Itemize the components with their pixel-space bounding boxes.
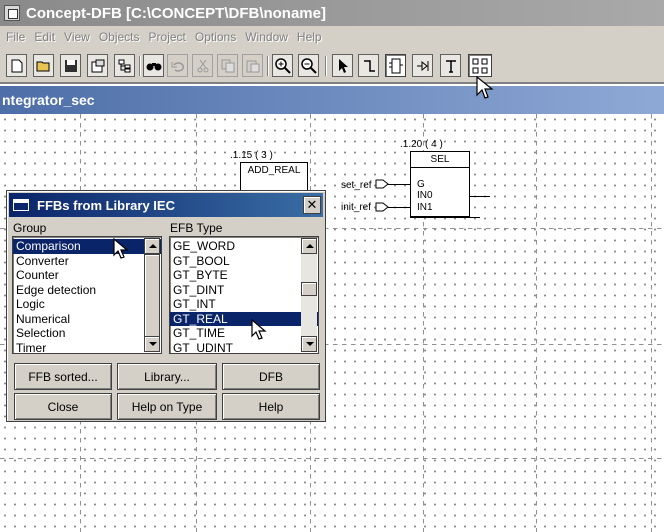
sel-block-name: SEL [430,154,450,165]
scroll-thumb[interactable] [144,254,160,338]
group-item-comparison[interactable]: Comparison [13,239,161,254]
group-scrollbar[interactable] [144,238,160,352]
type-item-gt-byte[interactable]: GT_BYTE [170,268,318,283]
group-item-numerical[interactable]: Numerical [13,312,161,327]
dialog-title-bar[interactable]: FFBs from Library IEC ✕ [9,193,323,217]
init-ref-pin-icon [375,202,389,212]
menu-file[interactable]: File [6,30,25,44]
sel-pin-in1: IN1 [417,202,433,213]
group-item-selection[interactable]: Selection [13,326,161,341]
group-item-converter[interactable]: Converter [13,254,161,269]
group-item-logic[interactable]: Logic [13,297,161,312]
close-button[interactable]: Close [14,393,112,420]
scroll-down-icon[interactable] [144,336,160,352]
zoom-in-icon[interactable] [272,54,293,77]
efb-type-scrollbar[interactable] [301,238,317,352]
mouse-cursor [251,319,267,340]
type-item-ge-word[interactable]: GE_WORD [170,239,318,254]
sel-pin-g: G [417,179,425,190]
sel-pin-in0: IN0 [417,190,433,201]
new-icon[interactable] [6,54,27,77]
toolbar [0,48,664,84]
menu-edit[interactable]: Edit [34,30,55,44]
window-title: Concept-DFB [C:\CONCEPT\DFB\noname] [26,4,326,22]
scroll-thumb[interactable] [301,282,317,296]
pin-icon[interactable] [412,54,433,77]
properties-icon[interactable] [87,54,108,77]
type-item-gt-udint[interactable]: GT_UDINT [170,341,318,354]
link-icon[interactable] [358,54,379,77]
scroll-up-icon[interactable] [301,238,317,254]
sel-block[interactable]: SEL G IN0 IN1 [410,151,470,217]
group-label: Group [13,221,47,235]
menu-window[interactable]: Window [245,30,288,44]
menu-help[interactable]: Help [297,30,322,44]
set-ref-input[interactable]: set_ref [341,180,372,191]
menu-objects[interactable]: Objects [99,30,140,44]
mouse-cursor [476,76,494,99]
group-item-edge-detection[interactable]: Edge detection [13,283,161,298]
open-icon[interactable] [33,54,54,77]
type-item-gt-time[interactable]: GT_TIME [170,326,318,341]
document-title: ntegrator_sec [2,92,95,108]
window-icon [13,199,29,211]
type-item-gt-dint[interactable]: GT_DINT [170,283,318,298]
group-item-timer[interactable]: Timer [13,341,161,354]
sel-block-label: .1.20 ( 4 ) [400,139,443,150]
efb-type-listbox[interactable]: GE_WORD GT_BOOL GT_BYTE GT_DINT GT_INT G… [169,236,319,354]
select-icon[interactable] [332,54,353,77]
zoom-out-icon[interactable] [298,54,319,77]
mouse-cursor [113,238,129,259]
menu-project[interactable]: Project [149,30,186,44]
add-real-block-name: ADD_REAL [247,165,301,176]
add-real-block-label: .1.15 ( 3 ) [230,150,273,161]
set-ref-pin-icon [375,179,389,189]
text-icon[interactable] [440,54,461,77]
undo-icon[interactable] [167,54,188,77]
scroll-up-icon[interactable] [144,238,160,254]
help-button[interactable]: Help [222,393,320,420]
group-listbox[interactable]: Comparison Converter Counter Edge detect… [12,236,162,354]
menu-view[interactable]: View [64,30,90,44]
main-title-bar: Concept-DFB [C:\CONCEPT\DFB\noname] [0,0,664,26]
menu-options[interactable]: Options [195,30,236,44]
find-icon[interactable] [143,54,164,77]
ffb-library-icon[interactable] [468,54,492,77]
ffb-library-dialog: FFBs from Library IEC ✕ Group EFB Type C… [6,190,326,422]
dialog-title: FFBs from Library IEC [37,197,175,213]
init-ref-input[interactable]: init_ref [341,202,371,213]
dfb-button[interactable]: DFB [222,363,320,390]
menu-bar: File Edit View Objects Project Options W… [0,26,664,48]
help-on-type-button[interactable]: Help on Type [117,393,217,420]
efb-type-label: EFB Type [170,221,223,235]
type-item-gt-real[interactable]: GT_REAL [170,311,318,326]
type-item-gt-int[interactable]: GT_INT [170,297,318,312]
hierarchy-icon[interactable] [114,54,135,77]
add-real-block[interactable]: ADD_REAL [240,162,308,192]
scroll-down-icon[interactable] [301,336,317,352]
cut-icon[interactable] [192,54,213,77]
copy-icon[interactable] [217,54,238,77]
group-item-counter[interactable]: Counter [13,268,161,283]
save-icon[interactable] [60,54,81,77]
type-item-gt-bool[interactable]: GT_BOOL [170,254,318,269]
ffb-sorted-button[interactable]: FFB sorted... [14,363,112,390]
paste-icon[interactable] [242,54,263,77]
library-button[interactable]: Library... [117,363,217,390]
ffb-icon[interactable] [385,54,406,77]
app-icon [4,5,20,21]
close-icon[interactable]: ✕ [303,196,321,214]
document-title-bar: ntegrator_sec [0,86,664,114]
